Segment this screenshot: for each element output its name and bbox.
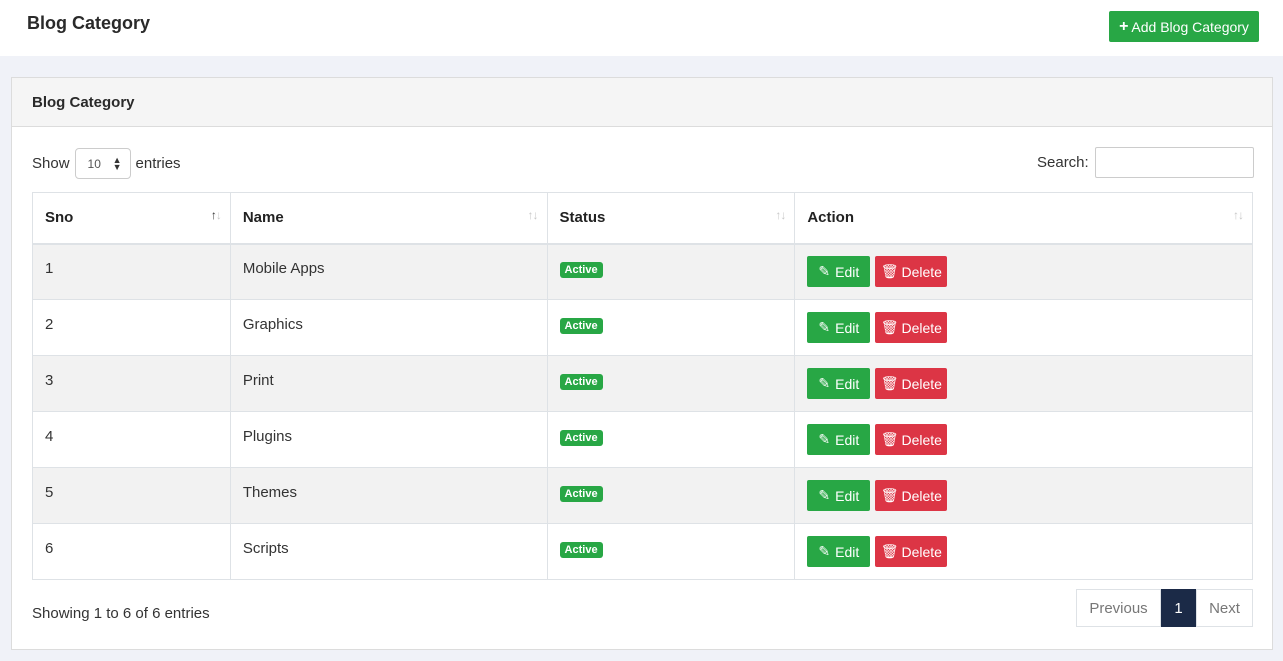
column-header-label: Sno [45, 209, 74, 227]
edit-icon: ✎ [818, 263, 831, 280]
column-header-sno[interactable]: Sno ↑↓ [32, 192, 231, 245]
row-sno: 1 [45, 260, 54, 278]
delete-button[interactable]: 🗑 Delete [875, 424, 948, 455]
edit-label: Edit [835, 263, 860, 280]
edit-button[interactable]: ✎ Edit [807, 424, 871, 455]
table-row: 6 Scripts Active ✎ Edit 🗑 Delete [32, 523, 1253, 580]
edit-button[interactable]: ✎ Edit [807, 536, 871, 567]
trash-icon: 🗑 [880, 375, 899, 391]
row-sno: 2 [45, 316, 54, 333]
blog-category-table: Sno ↑↓ Name ↑↓ Status ↑↓ Action ↑↓ 1 Mobile … [32, 192, 1253, 580]
edit-button[interactable]: ✎ Edit [807, 312, 871, 343]
card-header: Blog Category [12, 78, 1272, 127]
search-control: Search: [1037, 147, 1254, 178]
column-header-status[interactable]: Status ↑↓ [546, 192, 796, 245]
column-header-action[interactable]: Action ↑↓ [794, 192, 1253, 245]
table-header-row: Sno ↑↓ Name ↑↓ Status ↑↓ Action ↑↓ [32, 192, 1253, 245]
length-value: 10 [87, 156, 101, 171]
delete-button[interactable]: 🗑 Delete [875, 536, 948, 567]
row-sno: 4 [45, 428, 54, 445]
delete-label: Delete [901, 319, 942, 336]
row-name: Plugins [242, 428, 293, 445]
sort-icon: ↑↓ [527, 208, 539, 222]
plus-icon: + [1119, 17, 1129, 35]
delete-label: Delete [901, 543, 942, 560]
sort-icon: ↑↓ [1233, 208, 1244, 222]
pagination: Previous 1 Next [1076, 589, 1253, 627]
trash-icon: 🗑 [880, 543, 899, 559]
edit-button[interactable]: ✎ Edit [807, 368, 871, 399]
show-label: Show [32, 155, 70, 172]
delete-label: Delete [901, 263, 942, 280]
edit-label: Edit [835, 431, 860, 448]
delete-label: Delete [901, 375, 942, 392]
select-arrows-icon: ▲ ▼ [112, 154, 122, 172]
edit-label: Edit [835, 375, 860, 392]
row-sno: 3 [45, 372, 54, 389]
trash-icon: 🗑 [880, 263, 899, 280]
sort-icon: ↑↓ [775, 208, 786, 222]
table-row: 2 Graphics Active ✎ Edit 🗑 Delete [32, 299, 1253, 356]
entries-length-select[interactable]: 10 ▲ ▼ [74, 148, 131, 179]
status-badge: Active [559, 317, 603, 334]
delete-label: Delete [901, 487, 942, 504]
next-page-button[interactable]: Next [1196, 589, 1253, 627]
delete-button[interactable]: 🗑 Delete [875, 256, 948, 288]
edit-button[interactable]: ✎ Edit [807, 256, 871, 288]
status-badge: Active [559, 261, 603, 278]
column-header-label: Status [559, 209, 606, 227]
edit-icon: ✎ [818, 319, 831, 335]
edit-icon: ✎ [818, 431, 831, 447]
sort-icon: ↑↓ [210, 208, 222, 222]
row-sno: 6 [45, 540, 54, 557]
status-badge: Active [559, 485, 603, 502]
search-input[interactable] [1094, 147, 1254, 178]
row-sno: 5 [45, 484, 54, 501]
delete-button[interactable]: 🗑 Delete [875, 480, 948, 511]
page-title: Blog Category [27, 13, 151, 33]
column-header-name[interactable]: Name ↑↓ [229, 192, 548, 245]
blog-category-card: Blog Category Show 10 ▲ ▼ entries Search:… [11, 77, 1273, 650]
edit-icon: ✎ [818, 543, 831, 559]
table-row: 5 Themes Active ✎ Edit 🗑 Delete [32, 467, 1253, 524]
delete-label: Delete [901, 431, 942, 448]
trash-icon: 🗑 [880, 487, 899, 503]
column-header-label: Name [242, 209, 284, 227]
table-row: 1 Mobile Apps Active ✎ Edit 🗑 Delete [32, 243, 1253, 300]
table-info: Showing 1 to 6 of 6 entries [32, 605, 210, 622]
previous-page-button[interactable]: Previous [1076, 589, 1161, 627]
status-badge: Active [559, 373, 603, 390]
table-row: 4 Plugins Active ✎ Edit 🗑 Delete [32, 411, 1253, 468]
top-bar: Blog Category + Add Blog Category [0, 0, 1283, 56]
edit-label: Edit [835, 487, 860, 504]
status-badge: Active [559, 541, 603, 558]
trash-icon: 🗑 [880, 431, 899, 447]
trash-icon: 🗑 [880, 319, 899, 335]
card-title: Blog Category [32, 94, 135, 111]
table-row: 3 Print Active ✎ Edit 🗑 Delete [32, 355, 1253, 412]
row-name: Graphics [242, 316, 303, 333]
add-button-label: Add Blog Category [1131, 18, 1249, 35]
row-name: Themes [242, 484, 298, 501]
edit-button[interactable]: ✎ Edit [807, 480, 871, 511]
delete-button[interactable]: 🗑 Delete [875, 312, 948, 343]
status-badge: Active [559, 429, 603, 446]
add-blog-category-button[interactable]: + Add Blog Category [1109, 11, 1259, 42]
edit-label: Edit [835, 319, 860, 336]
search-label: Search: [1037, 154, 1089, 171]
edit-label: Edit [835, 543, 860, 560]
row-name: Print [242, 372, 274, 389]
delete-button[interactable]: 🗑 Delete [875, 368, 948, 399]
page-1-button[interactable]: 1 [1161, 589, 1196, 627]
column-header-label: Action [807, 209, 854, 227]
row-name: Mobile Apps [242, 260, 325, 278]
row-name: Scripts [242, 540, 289, 557]
length-control: Show 10 ▲ ▼ entries [32, 148, 181, 179]
entries-label: entries [135, 155, 181, 172]
edit-icon: ✎ [818, 487, 831, 503]
edit-icon: ✎ [818, 375, 831, 391]
